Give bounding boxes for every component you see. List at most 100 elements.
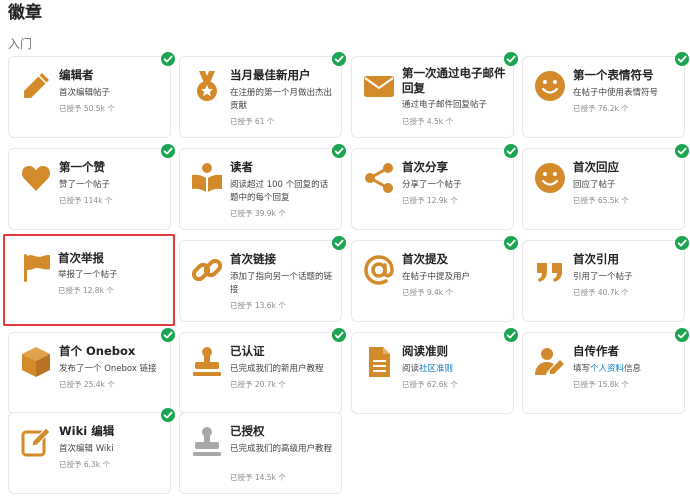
check-icon	[504, 144, 518, 158]
badge-description: 通过电子邮件回复帖子	[402, 100, 488, 110]
badge-description: 在帖子中提及用户	[402, 272, 471, 282]
badge-description: 引用了一个帖子	[573, 272, 633, 282]
badge-card-certified[interactable]: 已认证 已完成我们的新用户教程 已授予 20.7k 个	[179, 328, 346, 414]
check-icon	[675, 52, 689, 66]
badge-card-first-quote[interactable]: 首次引用 引用了一个帖子 已授予 40.7k 个	[522, 236, 689, 322]
check-icon	[675, 144, 689, 158]
badge-card-reader[interactable]: 读者 阅读超过 100 个回复的话题中的每个回复 已授予 39.9k 个	[179, 144, 346, 230]
badge-name[interactable]: 已认证	[230, 344, 265, 359]
badge-name[interactable]: 第一次通过电子邮件回复	[402, 66, 508, 96]
badge-card-editor[interactable]: 编辑者 首次编辑帖子 已授予 50.5k 个	[8, 52, 175, 138]
badge-name[interactable]: 第一个赞	[59, 160, 105, 175]
cube-icon	[19, 345, 53, 379]
check-icon	[161, 52, 175, 66]
badge-description: 在帖子中使用表情符号	[573, 88, 659, 98]
section-title: 入门	[8, 37, 33, 51]
badge-card-first-share[interactable]: 首次分享 分享了一个帖子 已授予 12.9k 个	[351, 144, 518, 230]
check-icon	[332, 236, 346, 250]
badge-description: 已完成我们的高级用户教程	[230, 444, 333, 454]
medal-icon	[190, 69, 224, 103]
at-icon	[362, 253, 396, 287]
badge-name[interactable]: 阅读准则	[402, 344, 448, 359]
badge-card-first-emoji[interactable]: 第一个表情符号 在帖子中使用表情符号 已授予 76.2k 个	[522, 52, 689, 138]
badge-name[interactable]: 已授权	[230, 424, 265, 439]
badge-name[interactable]: Wiki 编辑	[59, 424, 114, 439]
granted-count: 已授予 65.5k 个	[573, 196, 629, 205]
badge-description: 填写个人资料信息	[573, 363, 679, 376]
badge-name[interactable]: 编辑者	[59, 68, 94, 83]
granted-count: 已授予 12.8k 个	[58, 286, 114, 295]
badge-card-autobiographer[interactable]: 自传作者 填写个人资料信息 已授予 15.8k 个	[522, 328, 689, 414]
smile-icon	[533, 161, 567, 195]
badge-description: 回应了帖子	[573, 180, 616, 190]
check-icon	[161, 408, 175, 422]
check-icon	[332, 144, 346, 158]
badge-name[interactable]: 第一个表情符号	[573, 68, 654, 83]
badge-name[interactable]: 首次回应	[573, 160, 619, 175]
badge-description: 首次编辑帖子	[59, 88, 111, 98]
granted-count: 已授予 6.3k 个	[59, 460, 111, 469]
guidelines-link[interactable]: 社区准则	[419, 364, 453, 374]
badge-description: 发布了一个 Onebox 链接	[59, 364, 157, 374]
description-text: 信息	[624, 364, 642, 374]
badge-description: 分享了一个帖子	[402, 180, 462, 190]
badge-card-licensed[interactable]: 已授权 已完成我们的高级用户教程 已授予 14.5k 个	[179, 412, 342, 494]
badge-card-first-email-reply[interactable]: 第一次通过电子邮件回复 通过电子邮件回复帖子 已授予 4.5k 个	[351, 52, 518, 138]
check-icon	[504, 236, 518, 250]
badge-description: 在注册的第一个月做出杰出贡献	[230, 88, 333, 111]
badge-card-first-reaction[interactable]: 首次回应 回应了帖子 已授予 65.5k 个	[522, 144, 689, 230]
envelope-icon	[362, 69, 396, 103]
badge-name[interactable]: 当月最佳新用户	[230, 68, 311, 83]
badge-description: 添加了指向另一个话题的链接	[230, 272, 333, 295]
share-icon	[362, 161, 396, 195]
badge-card-first-mention[interactable]: 首次提及 在帖子中提及用户 已授予 9.4k 个	[351, 236, 518, 322]
granted-count: 已授予 61 个	[230, 117, 275, 126]
badge-card-first-link[interactable]: 首次链接 添加了指向另一个话题的链接 已授予 13.6k 个	[179, 236, 346, 322]
granted-count: 已授予 25.4k 个	[59, 380, 115, 389]
check-icon	[504, 328, 518, 342]
quote-icon	[533, 253, 567, 287]
badge-description: 首次编辑 Wiki	[59, 444, 114, 454]
check-icon	[161, 144, 175, 158]
smile-icon	[533, 69, 567, 103]
check-icon	[332, 52, 346, 66]
stamp-icon	[190, 425, 224, 459]
badge-name[interactable]: 首个 Onebox	[59, 344, 135, 359]
badge-name[interactable]: 首次引用	[573, 252, 619, 267]
badge-card-first-onebox[interactable]: 首个 Onebox 发布了一个 Onebox 链接 已授予 25.4k 个	[8, 328, 175, 414]
check-icon	[332, 328, 346, 342]
check-icon	[504, 52, 518, 66]
granted-count: 已授予 76.2k 个	[573, 104, 629, 113]
pencil-icon	[19, 69, 53, 103]
badge-card-read-guidelines[interactable]: 阅读准则 阅读社区准则 已授予 62.6k 个	[351, 328, 518, 414]
user-edit-icon	[533, 345, 567, 379]
badge-name[interactable]: 首次链接	[230, 252, 276, 267]
profile-link[interactable]: 个人资料	[590, 364, 624, 374]
badge-name[interactable]: 读者	[230, 160, 253, 175]
badge-card-wiki-editor[interactable]: Wiki 编辑 首次编辑 Wiki 已授予 6.3k 个	[8, 408, 175, 494]
granted-count: 已授予 4.5k 个	[402, 117, 454, 126]
granted-count: 已授予 50.5k 个	[59, 104, 115, 113]
badge-description: 赞了一个帖子	[59, 180, 111, 190]
link-icon	[190, 253, 224, 287]
granted-count: 已授予 40.7k 个	[573, 288, 629, 297]
description-text: 阅读	[402, 364, 420, 374]
granted-count: 已授予 15.8k 个	[573, 380, 629, 389]
badge-card-first-like[interactable]: 第一个赞 赞了一个帖子 已授予 114k 个	[8, 144, 175, 230]
check-icon	[161, 328, 175, 342]
flag-icon	[19, 251, 53, 285]
badge-name[interactable]: 自传作者	[573, 344, 619, 359]
stamp-icon	[190, 345, 224, 379]
badge-card-first-flag[interactable]: 首次举报 举报了一个帖子 已授予 12.8k 个	[3, 234, 175, 326]
reader-icon	[190, 161, 224, 195]
badge-grid: 编辑者 首次编辑帖子 已授予 50.5k 个 当月最佳新用户 在注册的第一个月做…	[3, 52, 689, 496]
granted-count: 已授予 114k 个	[59, 196, 113, 205]
granted-count: 已授予 12.9k 个	[402, 196, 458, 205]
check-icon	[675, 328, 689, 342]
badge-name[interactable]: 首次举报	[58, 251, 104, 266]
badge-description: 阅读超过 100 个回复的话题中的每个回复	[230, 180, 329, 203]
check-icon	[675, 236, 689, 250]
badge-name[interactable]: 首次提及	[402, 252, 448, 267]
badge-name[interactable]: 首次分享	[402, 160, 448, 175]
badge-card-new-user-of-month[interactable]: 当月最佳新用户 在注册的第一个月做出杰出贡献 已授予 61 个	[179, 52, 346, 138]
